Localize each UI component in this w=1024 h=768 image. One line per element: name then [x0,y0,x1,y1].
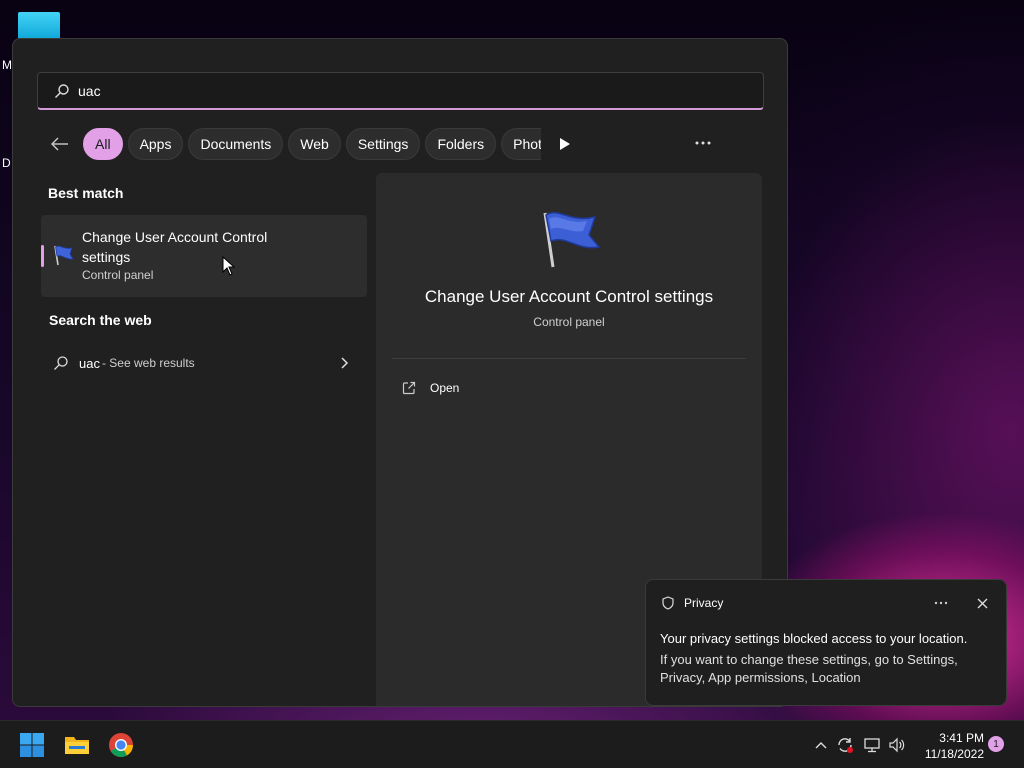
file-explorer-icon[interactable] [64,732,90,758]
uac-flag-icon [543,212,601,268]
privacy-notification[interactable]: Privacy Your privacy settings blocked ac… [645,579,1007,706]
search-icon [54,356,68,370]
clock-time: 3:41 PM [939,731,984,745]
desktop-shortcut-icon[interactable] [18,12,60,40]
shield-icon [662,596,674,610]
selection-accent [41,245,44,267]
chevron-right-icon [341,357,349,369]
filter-chip-photos[interactable]: Phot [501,128,542,160]
clock-date: 11/18/2022 [924,747,984,761]
desktop-label-fragment: D [2,156,11,170]
sync-icon[interactable] [836,736,854,754]
notification-body: If you want to change these settings, go… [660,652,958,685]
notification-header: Privacy [662,595,723,611]
clock[interactable]: 3:41 PM 11/18/2022 [912,730,984,762]
open-external-icon [402,381,416,395]
best-match-heading: Best match [48,185,124,201]
open-action[interactable]: Open [402,378,459,398]
mouse-cursor-icon [222,256,236,276]
search-icon [55,83,69,98]
web-query: uac [79,355,100,371]
volume-icon[interactable] [888,736,906,754]
filter-chip-all[interactable]: All [83,128,123,160]
chevron-up-icon[interactable] [812,736,830,754]
filter-chip-folders[interactable]: Folders [425,128,497,160]
desktop-label-fragment: M [2,58,12,72]
filter-chip-documents[interactable]: Documents [188,128,284,160]
uac-flag-icon [54,245,74,266]
divider [392,358,746,359]
search-web-heading: Search the web [49,312,152,328]
close-icon[interactable] [973,594,991,612]
filter-chip-settings[interactable]: Settings [345,128,421,160]
search-box[interactable] [37,72,764,110]
more-icon[interactable] [932,594,950,612]
filter-chip-apps[interactable]: Apps [127,128,184,160]
best-match-result[interactable]: Change User Account Control settings Con… [41,215,367,297]
web-search-result[interactable]: uac - See web results [53,351,353,375]
back-arrow-icon[interactable] [49,133,71,155]
open-action-label: Open [430,381,460,395]
taskbar: 3:41 PM 11/18/2022 [0,720,1024,768]
notification-app-name: Privacy [684,596,724,610]
network-icon[interactable] [863,736,881,754]
notification-title: Your privacy settings blocked access to … [660,631,968,646]
notification-count-badge[interactable]: 1 [988,736,1004,752]
chrome-icon[interactable] [108,732,134,758]
best-match-subtitle: Control panel [82,268,154,282]
web-hint: - See web results [101,356,195,370]
play-icon[interactable] [560,136,576,152]
filter-bar: All Apps Documents Web Settings Folders … [49,128,576,160]
best-match-title: Change User Account Control settings [82,229,268,265]
detail-subtitle: Control panel [533,315,605,329]
detail-title: Change User Account Control settings [424,287,714,306]
filter-chip-web[interactable]: Web [288,128,341,160]
windows-start-icon[interactable] [19,732,45,758]
search-input[interactable] [78,82,718,99]
more-icon[interactable] [693,133,713,153]
